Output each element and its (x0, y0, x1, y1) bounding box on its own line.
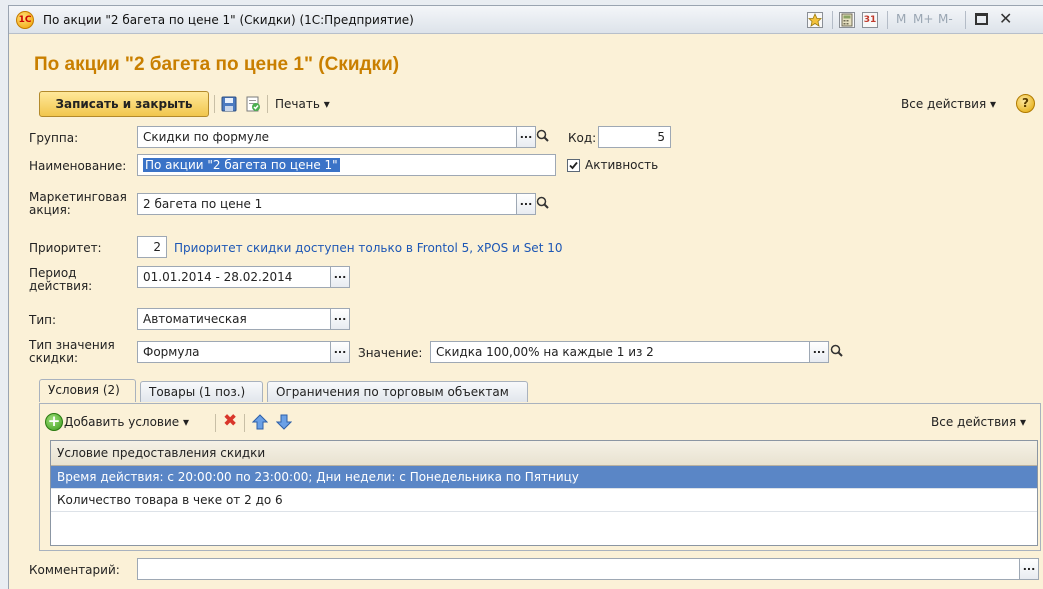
priority-note-link[interactable]: Приоритет скидки доступен только в Front… (174, 241, 562, 255)
separator (832, 11, 833, 29)
add-condition-button[interactable]: Добавить условие ▾ (64, 415, 189, 429)
all-actions-button[interactable]: Все действия ▾ (901, 97, 996, 111)
close-icon[interactable]: ✕ (999, 9, 1012, 28)
period-field[interactable]: 01.01.2014 - 28.02.2014 (137, 266, 331, 288)
value-search-icon[interactable] (829, 342, 847, 364)
favorite-icon[interactable] (807, 12, 823, 28)
group-select-button[interactable]: ... (516, 126, 536, 148)
delete-icon[interactable]: ✖ (223, 411, 237, 431)
comment-label: Комментарий: (29, 563, 120, 577)
tab-store-restrictions[interactable]: Ограничения по торговым объектам (267, 381, 528, 402)
post-document-icon[interactable] (245, 96, 261, 112)
conditions-all-actions-button[interactable]: Все действия ▾ (931, 415, 1026, 429)
conditions-table: Условие предоставления скидки Время дейс… (50, 440, 1038, 546)
marketing-label: Маркетинговая акция: (29, 191, 127, 217)
separator (214, 95, 215, 113)
window: 1C По акции "2 багета по цене 1" (Скидки… (8, 5, 1043, 589)
priority-label: Приоритет: (29, 241, 102, 255)
marketing-select-button[interactable]: ... (516, 193, 536, 215)
type-field[interactable]: Автоматическая (137, 308, 331, 330)
memory-plus-button[interactable]: M+ (913, 12, 933, 26)
tab-conditions[interactable]: Условия (2) (39, 379, 136, 402)
save-and-close-button[interactable]: Записать и закрыть (39, 91, 209, 117)
group-label: Группа: (29, 131, 79, 145)
code-field[interactable]: 5 (598, 126, 671, 148)
comment-select-button[interactable]: ... (1019, 558, 1039, 580)
value-field[interactable]: Скидка 100,00% на каждые 1 из 2 (430, 341, 810, 363)
marketing-search-icon[interactable] (535, 194, 553, 216)
value-select-button[interactable]: ... (809, 341, 829, 363)
comment-field[interactable] (137, 558, 1020, 580)
name-field-value: По акции "2 багета по цене 1" (143, 158, 340, 172)
period-label-line2: действия: (29, 279, 93, 293)
value-type-label-line1: Тип значения (29, 338, 115, 352)
calendar-icon[interactable]: 31 (862, 12, 878, 28)
period-label-line1: Период (29, 266, 77, 280)
period-label: Период действия: (29, 267, 92, 293)
group-search-icon[interactable] (535, 127, 553, 149)
type-select-button[interactable]: ... (330, 308, 350, 330)
save-icon[interactable] (221, 96, 237, 112)
memory-minus-button[interactable]: M- (938, 12, 953, 26)
code-label: Код: (568, 131, 597, 145)
name-label: Наименование: (29, 159, 127, 173)
separator (215, 414, 216, 432)
move-up-icon[interactable] (251, 414, 269, 433)
add-icon[interactable]: + (45, 413, 63, 431)
value-type-label-line2: скидки: (29, 351, 79, 365)
separator (965, 11, 966, 29)
group-field[interactable]: Скидки по формуле (137, 126, 517, 148)
active-checkbox[interactable] (567, 159, 580, 172)
value-type-select-button[interactable]: ... (330, 341, 350, 363)
marketing-label-line2: акция: (29, 203, 71, 217)
table-header: Условие предоставления скидки (51, 441, 1037, 466)
window-title: По акции "2 багета по цене 1" (Скидки) (… (43, 13, 414, 27)
tab-goods[interactable]: Товары (1 поз.) (140, 381, 263, 402)
app-logo-icon: 1C (16, 11, 34, 29)
separator (244, 414, 245, 432)
value-type-label: Тип значения скидки: (29, 339, 115, 365)
type-label: Тип: (29, 313, 57, 327)
conditions-panel: + Добавить условие ▾ ✖ Все действия ▾ Ус… (39, 403, 1041, 551)
priority-field[interactable]: 2 (137, 236, 167, 258)
table-row[interactable]: Время действия: с 20:00:00 по 23:00:00; … (51, 466, 1037, 489)
marketing-field[interactable]: 2 багета по цене 1 (137, 193, 517, 215)
separator (887, 11, 888, 29)
print-menu-button[interactable]: Печать ▾ (275, 97, 330, 111)
page-title: По акции "2 багета по цене 1" (Скидки) (34, 54, 400, 75)
command-bar: Записать и закрыть Печать ▾ Все действия… (39, 91, 1043, 119)
title-bar: 1C По акции "2 багета по цене 1" (Скидки… (9, 6, 1043, 34)
active-label: Активность (585, 158, 659, 172)
calculator-icon[interactable] (839, 12, 855, 28)
marketing-label-line1: Маркетинговая (29, 190, 127, 204)
period-select-button[interactable]: ... (330, 266, 350, 288)
maximize-icon[interactable] (975, 13, 988, 25)
move-down-icon[interactable] (275, 414, 293, 433)
help-icon[interactable]: ? (1016, 94, 1035, 113)
memory-m-button[interactable]: M (896, 12, 906, 26)
name-field[interactable]: По акции "2 багета по цене 1" (137, 154, 556, 176)
separator (267, 95, 268, 113)
value-label: Значение: (358, 346, 423, 360)
value-type-field[interactable]: Формула (137, 341, 331, 363)
table-row[interactable]: Количество товара в чеке от 2 до 6 (51, 489, 1037, 512)
